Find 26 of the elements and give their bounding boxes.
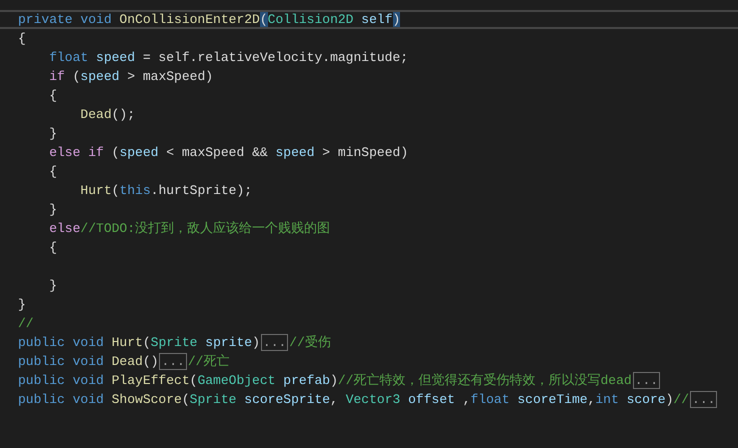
code-line: public void ShowScore(Sprite scoreSprite, Vector3 offset ,float scoreTime,int score)// [18,391,690,409]
code-line: { [48,87,58,105]
code-line: public void Hurt(Sprite sprite) [18,334,260,352]
fold-marker[interactable]: ... [690,391,718,408]
code-line: } [48,125,58,143]
code-line: float speed = self.relativeVelocity.magnitude; [48,49,408,67]
code-line: Dead(); [79,106,136,124]
code-line: //受伤 [289,334,331,352]
fold-marker[interactable]: ... [632,372,660,389]
code-line: } [48,277,58,295]
code-line: else if (speed < maxSpeed && speed > minSpeed) [48,144,408,162]
code-line: else//TODO:没打到，敌人应该给一个贱贱的图 [48,220,330,238]
code-line: { [48,239,58,257]
code-line: Hurt(this.hurtSprite); [79,182,252,200]
fold-marker[interactable]: ... [260,334,288,351]
code-line: // [18,315,34,333]
code-line: { [48,163,58,181]
code-line: public void Dead() [18,353,158,371]
code-line: if (speed > maxSpeed) [48,68,214,86]
code-line: } [48,201,58,219]
code-line: public void PlayEffect(GameObject prefab)//死亡特效，但觉得还有受伤特效，所以没写dead [18,372,632,390]
code-line: { [18,30,26,48]
code-line: private void OnCollisionEnter2D(Collision2D self) [18,11,400,29]
fold-marker[interactable]: ... [159,353,187,370]
code-line: //死亡 [188,353,230,371]
code-line: } [18,296,26,314]
